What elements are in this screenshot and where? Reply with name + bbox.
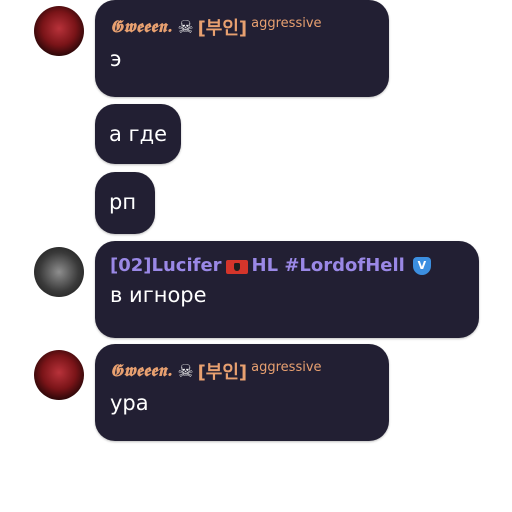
author-nick[interactable]: 𝕲𝖜𝖊𝖊𝖊𝖓.	[110, 17, 173, 37]
author-line: 𝕲𝖜𝖊𝖊𝖊𝖓. ☠ [부인] aggressive	[110, 14, 374, 40]
message-text: в игноре	[110, 283, 207, 307]
author-name[interactable]: [02]Lucifer	[110, 255, 222, 276]
shield-badge-icon: V	[412, 256, 431, 275]
albania-flag-icon	[225, 259, 248, 274]
author-line: [02]Lucifer HL #LordofHell V	[110, 255, 464, 276]
author-nick[interactable]: 𝕲𝖜𝖊𝖊𝖊𝖓.	[110, 361, 173, 381]
message-bubble[interactable]: [02]Lucifer HL #LordofHell V в игноре	[95, 241, 479, 338]
message-text: рп	[109, 190, 137, 214]
message-bubble[interactable]: 𝕲𝖜𝖊𝖊𝖊𝖓. ☠ [부인] aggressive ура	[95, 344, 389, 441]
avatar[interactable]	[34, 6, 84, 56]
message-bubble[interactable]: 𝕲𝖜𝖊𝖊𝖊𝖓. ☠ [부인] aggressive э	[95, 0, 389, 97]
avatar[interactable]	[34, 350, 84, 400]
author-tag: [부인]	[197, 18, 248, 39]
avatar[interactable]	[34, 247, 84, 297]
chat-window: 𝕲𝖜𝖊𝖊𝖊𝖓. ☠ [부인] aggressive э а где рп [02…	[0, 0, 512, 512]
author-role: aggressive	[251, 359, 322, 375]
author-suffix: HL #LordofHell	[251, 255, 405, 276]
message-text: э	[110, 47, 122, 71]
author-role: aggressive	[251, 15, 322, 31]
message-bubble[interactable]: а где	[95, 104, 181, 164]
author-tag: [부인]	[197, 362, 248, 383]
message-text: ура	[110, 391, 149, 415]
skull-crossbones-icon: ☠	[177, 16, 194, 38]
message-text: а где	[109, 122, 168, 146]
message-bubble[interactable]: рп	[95, 172, 155, 234]
author-line: 𝕲𝖜𝖊𝖊𝖊𝖓. ☠ [부인] aggressive	[110, 358, 374, 384]
skull-crossbones-icon: ☠	[177, 360, 194, 382]
